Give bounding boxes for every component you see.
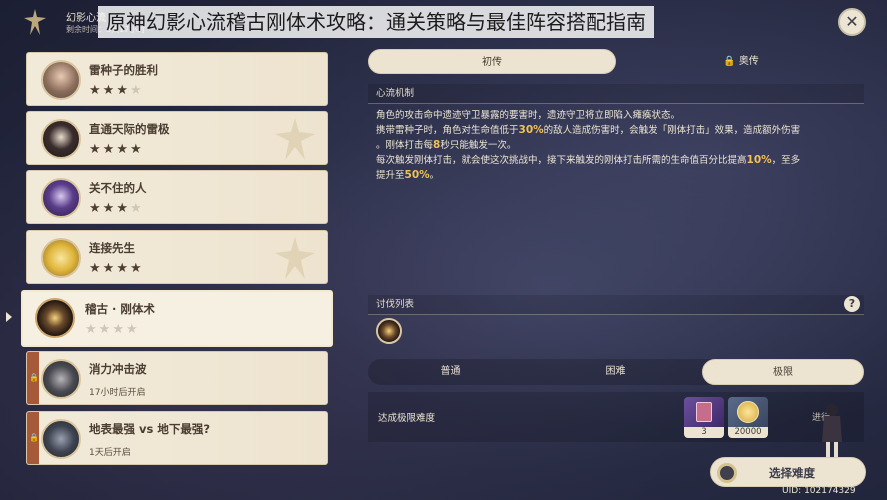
challenge-name: 连接先生: [89, 241, 135, 255]
lock-icon: 🔒: [723, 56, 736, 67]
star-rating: ★★★★: [85, 322, 140, 337]
mechanism-line: 角色的攻击命中遗迹守卫暴露的要害时，遗迹守卫将立即陷入瘫痪状态。: [376, 110, 681, 121]
star-icon: ★: [116, 261, 130, 276]
challenge-name: 直通天际的雷极: [89, 122, 170, 136]
reward-count: 20000: [728, 427, 768, 438]
star-icon: ★: [98, 322, 113, 337]
challenge-card[interactable]: 🔒 地表最强 vs 地下最强? 1天后开启: [26, 411, 328, 465]
select-difficulty-button[interactable]: 选择难度: [710, 457, 866, 487]
challenge-avatar: [41, 119, 81, 159]
tier-tabs: 初传 🔒 奥传: [368, 49, 864, 74]
tab-aochuan[interactable]: 🔒 奥传: [618, 49, 864, 74]
challenge-avatar: [41, 238, 81, 278]
star-icon: ★: [129, 142, 144, 157]
mechanism-line: 每次触发刚体打击，就会使这次挑战中，接下来触发的刚体打击所需的生命值百分比提高1…: [376, 154, 801, 166]
challenge-name: 雷种子的胜利: [89, 63, 158, 77]
mechanism-header: 心流机制: [368, 84, 864, 104]
star-icon: ★: [102, 83, 117, 98]
selected-arrow-icon: [6, 312, 12, 322]
star-icon: ★: [129, 261, 144, 276]
reward-item[interactable]: 3: [684, 397, 724, 438]
event-emblem-icon: [24, 9, 46, 35]
star-icon: ★: [102, 142, 117, 157]
reward-condition: 达成极限难度: [378, 413, 436, 424]
challenge-avatar: [41, 419, 81, 459]
reward-count: 3: [684, 427, 724, 438]
difficulty-tab-extreme[interactable]: 极限: [702, 359, 864, 385]
player-uid: UID: 102174329: [782, 486, 856, 496]
tab-aochuan-label: 奥传: [738, 56, 759, 67]
enemy-list-header: 讨伐列表: [368, 295, 864, 315]
challenge-card[interactable]: 直通天际的雷极 ★★★★: [26, 111, 328, 165]
challenge-name: 稽古 · 刚体术: [85, 302, 155, 316]
star-icon: ★: [129, 83, 144, 98]
close-button[interactable]: ✕: [838, 8, 866, 36]
challenge-avatar: [35, 298, 75, 338]
star-rating: ★★★★: [89, 83, 144, 98]
star-icon: ★: [116, 83, 130, 98]
mechanism-line: 。刚体打击每8秒只能触发一次。: [376, 139, 517, 151]
star-icon: ★: [112, 322, 126, 337]
star-rating: ★★★★: [89, 142, 144, 157]
close-icon: ✕: [845, 12, 859, 31]
challenge-name: 关不住的人: [89, 181, 147, 195]
challenge-card[interactable]: 连接先生 ★★★★: [26, 230, 328, 284]
confirm-ring-icon: [717, 463, 737, 483]
star-icon: ★: [125, 322, 140, 337]
star-icon: ★: [85, 322, 99, 337]
top-bar: 幻影心流 剩余时间：3天17小时 原神幻影心流稽古刚体术攻略：通关策略与最佳阵容…: [0, 0, 887, 44]
star-icon: ★: [89, 201, 103, 216]
reward-item[interactable]: 20000: [728, 397, 768, 438]
ruin-guard-enemy-icon[interactable]: [376, 318, 402, 344]
star-icon: ★: [89, 83, 103, 98]
challenge-name: 消力冲击波: [89, 362, 147, 376]
reward-row: 达成极限难度 3 20000 进行: [368, 392, 864, 442]
emblem-watermark-icon: [275, 118, 315, 160]
star-icon: ★: [116, 201, 130, 216]
challenge-card[interactable]: 关不住的人 ★★★★: [26, 170, 328, 224]
star-icon: ★: [102, 261, 117, 276]
challenge-avatar: [41, 60, 81, 100]
star-icon: ★: [89, 261, 103, 276]
star-icon: ★: [129, 201, 144, 216]
challenge-card[interactable]: 🔒 消力冲击波 17小时后开启: [26, 351, 328, 405]
mechanism-line: 提升至50%。: [376, 169, 440, 181]
lock-icon: 🔒: [29, 433, 39, 442]
challenge-name: 地表最强 vs 地下最强?: [89, 422, 211, 436]
mora-coin-icon: [728, 397, 768, 427]
challenge-card[interactable]: 稽古 · 刚体术 ★★★★: [21, 290, 333, 347]
star-icon: ★: [102, 201, 117, 216]
challenge-unlock-time: 1天后开启: [89, 448, 131, 458]
emblem-watermark-icon: [275, 237, 315, 279]
mechanism-line: 携带雷种子时，角色对生命值低于30%的敌人造成伤害时，会触发「刚体打击」效果，造…: [376, 124, 801, 136]
challenge-unlock-time: 17小时后开启: [89, 388, 146, 398]
help-icon[interactable]: ?: [844, 296, 860, 312]
difficulty-tab-hard[interactable]: 困难: [533, 359, 698, 385]
star-icon: ★: [116, 142, 130, 157]
select-difficulty-label: 选择难度: [769, 466, 815, 480]
book-icon: [684, 397, 724, 427]
challenge-card[interactable]: 雷种子的胜利 ★★★★: [26, 52, 328, 106]
difficulty-tab-normal[interactable]: 普通: [368, 359, 533, 385]
character-figure-icon: [822, 404, 842, 460]
lock-icon: 🔒: [29, 373, 39, 382]
star-rating: ★★★★: [89, 261, 144, 276]
tab-chuchuan[interactable]: 初传: [368, 49, 616, 74]
challenge-avatar: [41, 178, 81, 218]
challenge-avatar: [41, 359, 81, 399]
overlay-title: 原神幻影心流稽古刚体术攻略：通关策略与最佳阵容搭配指南: [98, 6, 654, 38]
star-rating: ★★★★: [89, 201, 144, 216]
difficulty-tabs: 普通 困难 极限: [368, 359, 864, 385]
star-icon: ★: [89, 142, 103, 157]
mechanism-description: 角色的攻击命中遗迹守卫暴露的要害时，遗迹守卫将立即陷入瘫痪状态。 携带雷种子时，…: [376, 108, 866, 183]
